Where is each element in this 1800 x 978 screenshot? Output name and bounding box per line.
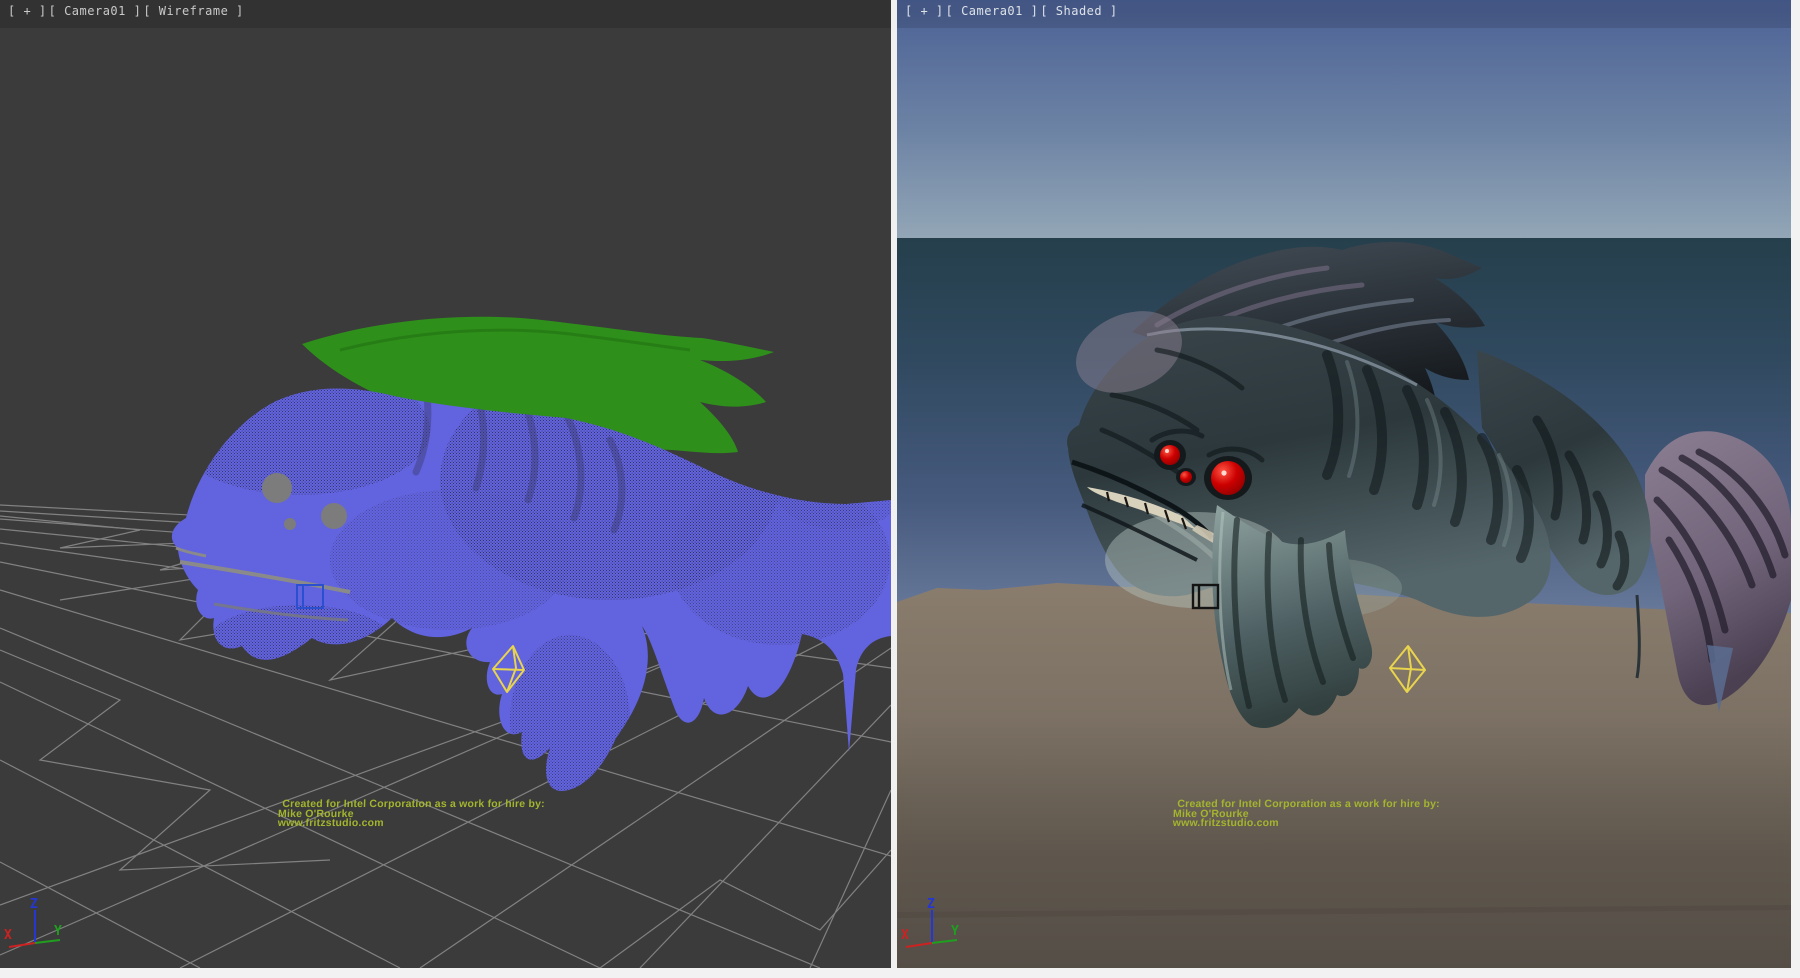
- axis-x-label: X: [4, 928, 12, 943]
- window-bottom-edge: [0, 968, 1800, 978]
- viewport-label: [ + ][ Camera01 ][ Wireframe ]: [8, 4, 246, 18]
- viewport-menu-button[interactable]: [ + ]: [8, 4, 47, 18]
- sky-backdrop: [897, 0, 1791, 238]
- viewport-camera-menu[interactable]: [ Camera01 ]: [946, 4, 1039, 18]
- creature-body-wireframe-blue[interactable]: [170, 360, 891, 805]
- axis-x-label: X: [901, 928, 909, 943]
- viewport-wireframe[interactable]: [ + ][ Camera01 ][ Wireframe ]: [0, 0, 891, 968]
- axis-z-label: Z: [30, 898, 38, 912]
- world-axis-gizmo: Z X Y: [899, 898, 969, 960]
- viewport-camera-menu[interactable]: [ Camera01 ]: [49, 4, 142, 18]
- credit-line-3: www.fritzstudio.com: [278, 819, 545, 829]
- axis-z-label: Z: [927, 898, 935, 912]
- viewport-menu-button[interactable]: [ + ]: [905, 4, 944, 18]
- axis-y-label: Y: [54, 924, 62, 939]
- scene-credit-text: Created for Intel Corporation as a work …: [1173, 800, 1440, 829]
- viewport-shading-menu[interactable]: [ Wireframe ]: [143, 4, 243, 18]
- viewport-label: [ + ][ Camera01 ][ Shaded ]: [905, 4, 1120, 18]
- scene-credit-text: Created for Intel Corporation as a work …: [278, 800, 545, 829]
- viewport-shading-menu[interactable]: [ Shaded ]: [1040, 4, 1117, 18]
- viewport-shaded[interactable]: [ + ][ Camera01 ][ Shaded ] Created for …: [897, 0, 1791, 968]
- axis-y-label: Y: [951, 924, 959, 939]
- window-right-edge: [1791, 0, 1800, 978]
- credit-line-3: www.fritzstudio.com: [1173, 819, 1440, 829]
- viewport-splitter[interactable]: [891, 0, 897, 968]
- screenshot-stage: [ + ][ Camera01 ][ Wireframe ]: [0, 0, 1800, 978]
- world-axis-gizmo: Z X Y: [2, 898, 72, 960]
